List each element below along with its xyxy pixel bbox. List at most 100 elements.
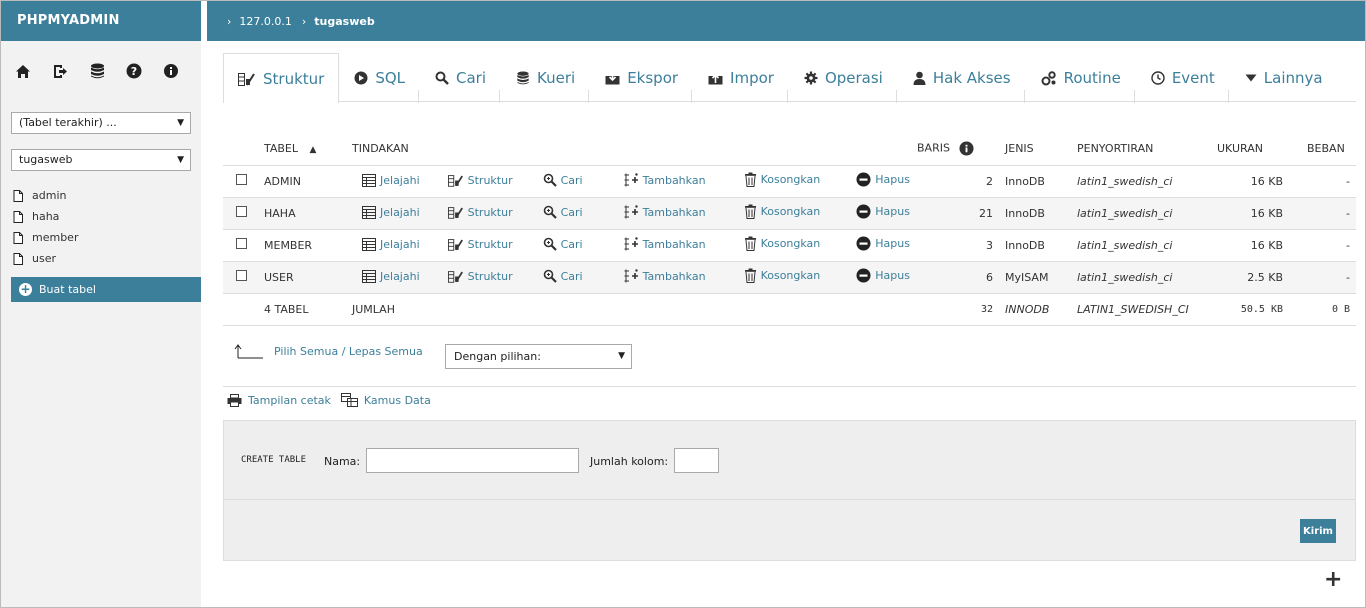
structure-action[interactable]: Struktur xyxy=(447,174,513,187)
row-checkbox[interactable] xyxy=(236,270,247,281)
sidebar-item-haha[interactable]: haha xyxy=(13,206,78,227)
summary-engine: INNODB xyxy=(1005,293,1077,326)
structure-action[interactable]: Struktur xyxy=(447,270,513,283)
tab-cari[interactable]: Cari xyxy=(420,53,501,103)
table-name[interactable]: MEMBER xyxy=(264,229,352,262)
browse-action[interactable]: Jelajahi xyxy=(362,174,420,187)
tab-impor[interactable]: Impor xyxy=(693,53,789,103)
tab-ekspor[interactable]: Ekspor xyxy=(590,53,693,103)
row-count: 6 xyxy=(917,261,1005,294)
summary-label: JUMLAH xyxy=(352,293,917,326)
browse-action[interactable]: Jelajahi xyxy=(362,270,420,283)
tab-routine[interactable]: Routine xyxy=(1026,53,1136,103)
query-icon xyxy=(516,71,530,85)
tab-lainnya[interactable]: Lainnya xyxy=(1230,53,1338,102)
logout-icon[interactable] xyxy=(51,62,69,80)
empty-action[interactable]: Kosongkan xyxy=(744,204,820,219)
insert-action[interactable]: Tambahkan xyxy=(624,173,706,187)
row-checkbox[interactable] xyxy=(236,206,247,217)
with-selected-select[interactable]: Dengan pilihan: ▼ xyxy=(445,344,632,369)
sidebar-item-label: user xyxy=(32,252,56,265)
user-icon xyxy=(913,71,926,85)
tab-kueri[interactable]: Kueri xyxy=(501,53,590,103)
tab-event[interactable]: Event xyxy=(1136,53,1230,103)
chevron-down-icon: ▼ xyxy=(618,351,625,361)
structure-icon xyxy=(238,72,256,86)
search-icon xyxy=(543,205,557,219)
database-select[interactable]: tugasweb ▼ xyxy=(11,149,191,171)
breadcrumb-server[interactable]: 127.0.0.1 xyxy=(239,15,291,28)
action-label: Kosongkan xyxy=(760,237,821,250)
row-size[interactable]: 16 KB xyxy=(1217,197,1293,230)
row-engine: InnoDB xyxy=(1005,197,1077,230)
header-ukuran[interactable]: UKURAN xyxy=(1217,133,1293,166)
insert-action[interactable]: Tambahkan xyxy=(624,205,706,219)
row-size[interactable]: 2.5 KB xyxy=(1217,261,1293,294)
table-name[interactable]: HAHA xyxy=(264,197,352,230)
browse-action[interactable]: Jelajahi xyxy=(362,238,420,251)
drop-action[interactable]: Hapus xyxy=(856,204,910,219)
insert-action[interactable]: Tambahkan xyxy=(624,237,706,251)
recent-tables-select[interactable]: (Tabel terakhir) ... ▼ xyxy=(11,112,191,134)
table-name-input[interactable] xyxy=(366,448,579,473)
breadcrumb-database[interactable]: tugasweb xyxy=(314,15,374,28)
structure-action[interactable]: Struktur xyxy=(447,206,513,219)
header-penyortiran[interactable]: PENYORTIRAN xyxy=(1077,133,1217,166)
check-all-link[interactable]: Pilih Semua / Lepas Semua xyxy=(274,345,423,358)
drop-action[interactable]: Hapus xyxy=(856,268,910,283)
browse-icon xyxy=(362,270,376,283)
logo[interactable]: PHPMYADMIN xyxy=(1,1,201,41)
row-engine: InnoDB xyxy=(1005,165,1077,198)
info-icon[interactable] xyxy=(959,141,974,156)
tab-sql[interactable]: SQL xyxy=(339,53,420,103)
print-view-label: Tampilan cetak xyxy=(248,393,331,407)
drop-action[interactable]: Hapus xyxy=(856,236,910,251)
table-name[interactable]: USER xyxy=(264,261,352,294)
tab-struktur[interactable]: Struktur xyxy=(223,53,340,103)
sidebar-item-member[interactable]: member xyxy=(13,227,78,248)
data-dictionary-link[interactable]: Kamus Data xyxy=(340,393,431,407)
search-action[interactable]: Cari xyxy=(543,269,583,283)
sort-asc-icon: ▲ xyxy=(309,145,317,156)
expand-icon[interactable]: + xyxy=(1324,569,1342,591)
header-beban[interactable]: BEBAN xyxy=(1293,133,1356,166)
tab-hak-akses[interactable]: Hak Akses xyxy=(898,53,1026,103)
empty-action[interactable]: Kosongkan xyxy=(744,172,820,187)
header-tabel[interactable]: TABEL ▲ xyxy=(264,133,352,166)
header-jenis[interactable]: JENIS xyxy=(1005,133,1077,166)
action-label: Cari xyxy=(560,237,583,251)
info-icon[interactable] xyxy=(162,62,180,80)
home-icon[interactable] xyxy=(14,62,32,80)
insert-action[interactable]: Tambahkan xyxy=(624,269,706,283)
sidebar-item-user[interactable]: user xyxy=(13,248,78,269)
row-size[interactable]: 16 KB xyxy=(1217,229,1293,262)
chevron-right-icon: › xyxy=(301,14,307,28)
new-table-button[interactable]: + Buat tabel xyxy=(11,277,201,302)
tab-operasi[interactable]: Operasi xyxy=(789,53,898,103)
row-size[interactable]: 16 KB xyxy=(1217,165,1293,198)
empty-action[interactable]: Kosongkan xyxy=(744,268,820,283)
structure-action[interactable]: Struktur xyxy=(447,238,513,251)
column-count-input[interactable] xyxy=(674,448,719,473)
header-baris[interactable]: BARIS xyxy=(917,133,1005,166)
row-checkbox[interactable] xyxy=(236,174,247,185)
search-action[interactable]: Cari xyxy=(543,205,583,219)
table-name[interactable]: ADMIN xyxy=(264,165,352,198)
browse-action[interactable]: Jelajahi xyxy=(362,206,420,219)
search-action[interactable]: Cari xyxy=(543,173,583,187)
drop-action[interactable]: Hapus xyxy=(856,172,910,187)
empty-action[interactable]: Kosongkan xyxy=(744,236,821,251)
search-action[interactable]: Cari xyxy=(543,237,583,251)
table-row: ADMIN Jelajahi Struktur Cari Tambahkan Kosong… xyxy=(223,165,1356,198)
row-checkbox[interactable] xyxy=(236,238,247,249)
print-view-link[interactable]: Tampilan cetak xyxy=(227,393,331,407)
submit-button[interactable]: Kirim xyxy=(1300,519,1336,543)
print-links: Tampilan cetak Kamus Data xyxy=(227,393,441,407)
tab-label: SQL xyxy=(375,69,406,87)
structure-table: TABEL ▲ TINDAKAN BARIS JENIS PENYORTIRAN… xyxy=(223,133,1356,326)
sidebar-item-label: haha xyxy=(32,210,60,223)
help-icon[interactable]: ? xyxy=(125,62,143,80)
summary-row: 4 TABEL JUMLAH 32 INNODB LATIN1_SWEDISH_… xyxy=(223,293,1356,326)
database-icon[interactable] xyxy=(88,62,106,80)
sidebar-item-admin[interactable]: admin xyxy=(13,185,78,206)
